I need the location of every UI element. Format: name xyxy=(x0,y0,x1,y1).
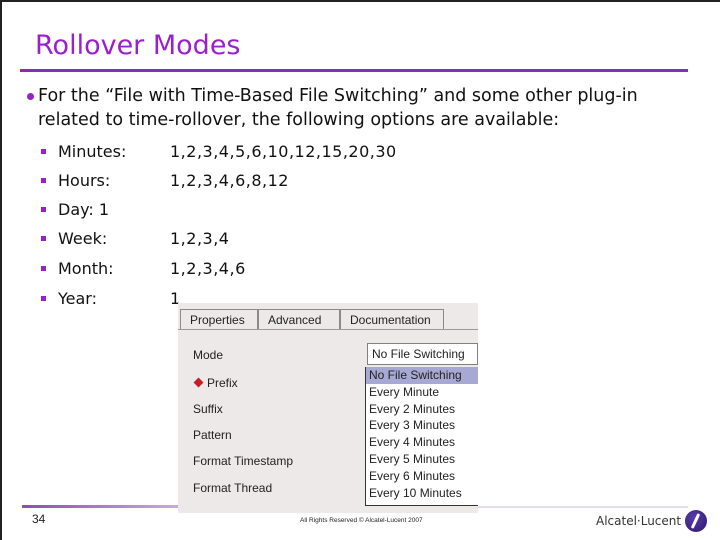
footer-divider-right xyxy=(478,506,688,508)
dropdown-option[interactable]: Every 10 Minutes xyxy=(366,485,478,502)
mode-select[interactable]: No File Switching xyxy=(367,343,478,365)
dropdown-option[interactable]: Every 6 Minutes xyxy=(366,468,478,485)
tab-documentation[interactable]: Documentation xyxy=(340,309,444,329)
option-values: 1,2,3,4,6,8,12 xyxy=(170,171,289,190)
option-label: Minutes: xyxy=(58,142,127,161)
option-label: Month: xyxy=(58,259,114,278)
mode-dropdown-list: No File Switching Every Minute Every 2 M… xyxy=(365,367,478,506)
square-bullet-icon xyxy=(41,266,46,271)
dropdown-option[interactable]: No File Switching xyxy=(366,367,478,384)
dropdown-option[interactable]: Every 3 Minutes xyxy=(366,417,478,434)
intro-text: For the “File with Time-Based File Switc… xyxy=(38,86,638,130)
option-values: 1,2,3,4,5,6,10,12,15,20,30 xyxy=(170,142,397,161)
option-label: Day: 1 xyxy=(58,200,110,219)
dropdown-option[interactable]: Every 4 Minutes xyxy=(366,434,478,451)
tab-bar: Properties Advanced Documentation xyxy=(178,303,478,329)
pattern-label: Pattern xyxy=(193,428,232,442)
bullet-dot-icon xyxy=(27,93,34,100)
option-label: Hours: xyxy=(58,171,111,190)
square-bullet-icon xyxy=(41,207,46,212)
format-thread-label: Format Thread xyxy=(193,481,273,495)
option-values: 1,2,3,4 xyxy=(170,229,230,248)
copyright-text: All Rights Reserved © Alcatel-Lucent 200… xyxy=(300,517,423,524)
dropdown-option[interactable]: Every 5 Minutes xyxy=(366,451,478,468)
dropdown-option[interactable]: Every Minute xyxy=(366,384,478,401)
brand-logo: Alcatel·Lucent xyxy=(596,509,708,533)
prefix-label: Prefix xyxy=(193,376,238,390)
square-bullet-icon xyxy=(41,149,46,154)
dropdown-option[interactable]: Every 2 Minutes xyxy=(366,401,478,418)
square-bullet-icon xyxy=(41,236,46,241)
prefix-label-text: Prefix xyxy=(207,376,238,390)
tab-advanced[interactable]: Advanced xyxy=(258,309,340,329)
properties-dialog-screenshot: Properties Advanced Documentation Mode P… xyxy=(178,303,478,513)
intro-bullet: For the “File with Time-Based File Switc… xyxy=(20,84,700,132)
square-bullet-icon xyxy=(41,296,46,301)
title-divider xyxy=(20,69,688,72)
page-number: 34 xyxy=(32,512,46,526)
tab-properties[interactable]: Properties xyxy=(180,309,258,329)
square-bullet-icon xyxy=(41,178,46,183)
option-label: Week: xyxy=(58,229,108,248)
mode-label: Mode xyxy=(193,348,224,362)
option-label: Year: xyxy=(58,289,97,308)
option-values: 1,2,3,4,6 xyxy=(170,259,246,278)
brand-name: Alcatel·Lucent xyxy=(596,514,682,528)
suffix-label: Suffix xyxy=(193,402,223,416)
tab-divider xyxy=(178,329,478,330)
footer-divider-left xyxy=(22,505,178,508)
format-timestamp-label: Format Timestamp xyxy=(193,454,294,468)
slide-title: Rollover Modes xyxy=(35,30,241,61)
alcatel-lucent-logo-icon xyxy=(685,510,708,532)
required-diamond-icon xyxy=(193,377,204,388)
